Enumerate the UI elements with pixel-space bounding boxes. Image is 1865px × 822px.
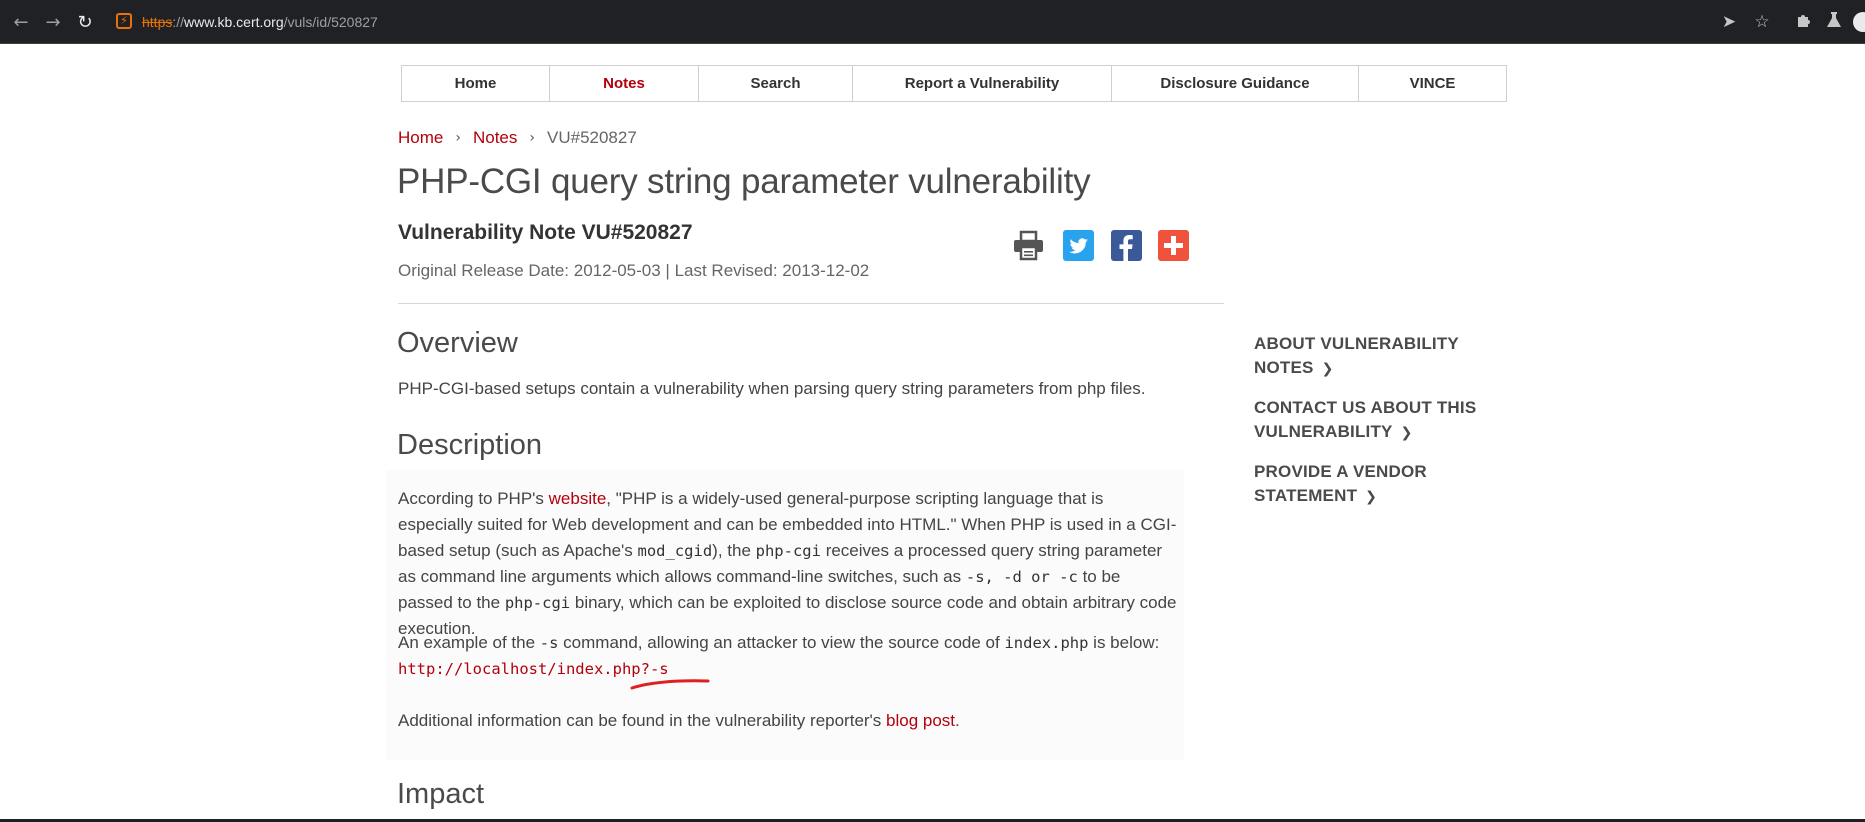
breadcrumb-chevron-icon: › xyxy=(455,130,461,146)
description-paragraph-2: An example of the -s command, allowing a… xyxy=(398,630,1198,656)
browser-toolbar: ← → ↻ ⚡ https://www.kb.cert.org/vuls/id/… xyxy=(0,0,1865,44)
url-protocol: https xyxy=(142,14,173,30)
nav-tab-disclosure-guidance[interactable]: Disclosure Guidance xyxy=(1112,66,1359,101)
back-arrow-icon[interactable]: ← xyxy=(10,12,32,34)
description-text: An example of the xyxy=(398,633,540,652)
overview-text: PHP-CGI-based setups contain a vulnerabi… xyxy=(398,379,1146,398)
code-index-php: index.php xyxy=(1004,634,1089,652)
code-mod-cgid: mod_cgid xyxy=(637,542,713,560)
profile-avatar[interactable] xyxy=(1853,12,1865,32)
twitter-share-icon[interactable] xyxy=(1063,230,1094,261)
description-paragraph-1: According to PHP's website, "PHP is a wi… xyxy=(398,486,1178,642)
sidebar-link-label: VULNERABILITY xyxy=(1254,422,1393,441)
description-heading: Description xyxy=(397,429,543,461)
red-underline-annotation xyxy=(630,679,710,690)
not-secure-icon[interactable]: ⚡ xyxy=(116,13,132,29)
breadcrumb-current: VU#520827 xyxy=(547,128,637,147)
description-text: . xyxy=(955,711,960,730)
page-title: PHP-CGI query string parameter vulnerabi… xyxy=(397,162,1091,201)
sidebar-link-label: ABOUT VULNERABILITY xyxy=(1254,334,1459,353)
impact-heading: Impact xyxy=(397,778,485,810)
sidebar-link-label: CONTACT US ABOUT THIS xyxy=(1254,398,1477,417)
nav-tab-home[interactable]: Home xyxy=(402,66,550,101)
chevron-right-icon: ❯ xyxy=(1321,361,1334,377)
chevron-right-icon: ❯ xyxy=(1400,425,1413,441)
breadcrumb: Home › Notes › VU#520827 xyxy=(398,127,637,149)
sidebar-contact-us-link[interactable]: CONTACT US ABOUT THIS VULNERABILITY ❯ xyxy=(1254,396,1476,445)
url-host: www.kb.cert.org xyxy=(184,14,284,30)
sidebar-vendor-statement-link[interactable]: PROVIDE A VENDOR STATEMENT ❯ xyxy=(1254,460,1427,509)
sidebar-about-notes-link[interactable]: ABOUT VULNERABILITY NOTES ❯ xyxy=(1254,332,1459,381)
facebook-share-icon[interactable] xyxy=(1111,230,1142,261)
breadcrumb-home-link[interactable]: Home xyxy=(398,127,443,149)
description-paragraph-3: Additional information can be found in t… xyxy=(398,708,1198,734)
description-text: ), the xyxy=(712,541,756,560)
description-text: According to PHP's xyxy=(398,489,549,508)
header-divider xyxy=(398,303,1224,304)
url-path: /vuls/id/520827 xyxy=(283,14,378,30)
breadcrumb-chevron-icon: › xyxy=(529,130,535,146)
code-switches: -s, -d or -c xyxy=(965,568,1078,586)
reload-icon[interactable]: ↻ xyxy=(74,12,96,34)
nav-tab-search[interactable]: Search xyxy=(699,66,853,101)
code-php-cgi-binary: php-cgi xyxy=(504,594,571,612)
nav-tab-vince[interactable]: VINCE xyxy=(1359,66,1506,101)
forward-arrow-icon[interactable]: → xyxy=(42,12,64,34)
toolbar-divider xyxy=(0,43,1865,44)
description-text: command, allowing an attacker to view th… xyxy=(558,633,1005,652)
send-icon[interactable]: ➤ xyxy=(1718,11,1740,33)
addthis-share-icon[interactable] xyxy=(1158,230,1189,261)
sidebar-link-label: PROVIDE A VENDOR xyxy=(1254,462,1427,481)
description-text: Additional information can be found in t… xyxy=(398,711,887,730)
code-s-switch: -s xyxy=(539,634,559,652)
sidebar-link-label: STATEMENT xyxy=(1254,486,1358,505)
address-bar[interactable]: https://www.kb.cert.org/vuls/id/520827 xyxy=(142,12,378,32)
extensions-puzzle-icon[interactable] xyxy=(1793,11,1815,33)
flask-icon[interactable] xyxy=(1823,11,1845,33)
release-dates: Original Release Date: 2012-05-03 | Last… xyxy=(398,261,870,280)
print-icon[interactable] xyxy=(1013,230,1044,261)
description-text: is below: xyxy=(1088,633,1160,652)
overview-heading: Overview xyxy=(397,327,518,359)
star-icon[interactable]: ☆ xyxy=(1751,11,1773,33)
php-website-link[interactable]: website xyxy=(549,489,607,508)
code-php-cgi: php-cgi xyxy=(755,542,821,560)
blog-post-link[interactable]: blog post xyxy=(886,711,955,730)
url-separator: :// xyxy=(172,14,185,30)
sidebar-link-label: NOTES xyxy=(1254,358,1314,377)
breadcrumb-notes-link[interactable]: Notes xyxy=(473,127,517,149)
nav-tab-notes[interactable]: Notes xyxy=(550,66,699,101)
note-title: Vulnerability Note VU#520827 xyxy=(398,221,693,244)
nav-tab-report-vulnerability[interactable]: Report a Vulnerability xyxy=(853,66,1112,101)
chevron-right-icon: ❯ xyxy=(1365,489,1378,505)
main-navigation: Home Notes Search Report a Vulnerability… xyxy=(401,65,1507,102)
